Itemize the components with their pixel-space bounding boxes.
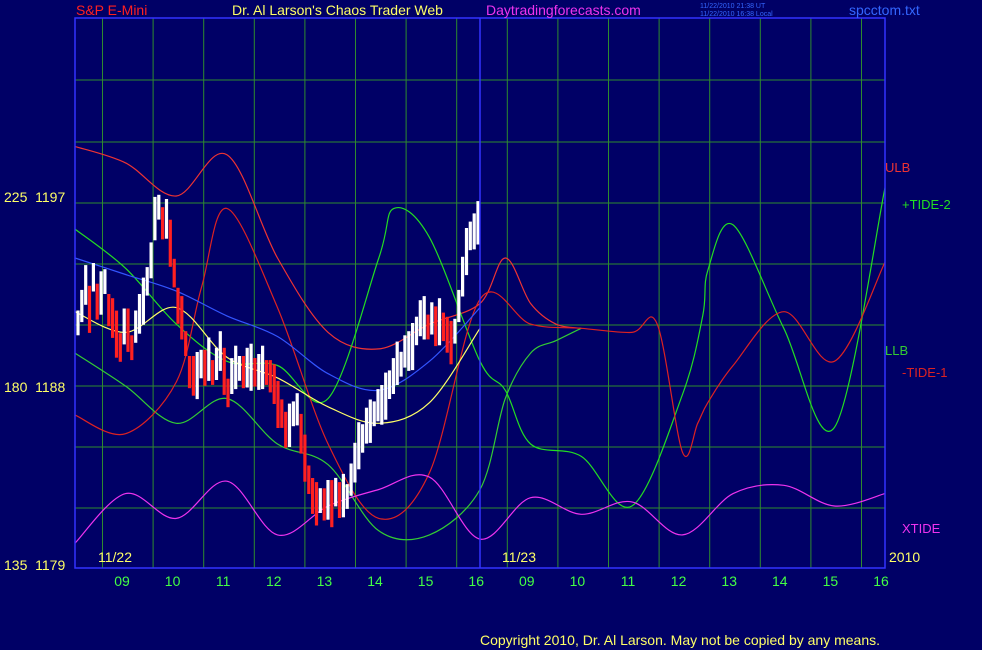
y-label-1188: 180 1188 — [4, 379, 65, 395]
x-tick-label: 09 — [519, 573, 535, 589]
x-tick-label: 10 — [165, 573, 181, 589]
x-tick-label: 16 — [468, 573, 484, 589]
x-tick-label: 13 — [317, 573, 333, 589]
x-tick-label: 11 — [621, 573, 636, 589]
x-tick-label: 13 — [721, 573, 737, 589]
x-tick-label: 14 — [367, 573, 383, 589]
y-label-1197: 225 1197 — [4, 189, 65, 205]
x-tick-label: 11 — [216, 573, 231, 589]
site-label: Daytradingforecasts.com — [486, 2, 641, 18]
series-label-tide-minus: -TIDE-1 — [902, 365, 948, 380]
header-title: Dr. Al Larson's Chaos Trader Web — [232, 2, 443, 18]
x-tick-label: 15 — [823, 573, 839, 589]
series-label-tide-plus: +TIDE-2 — [902, 197, 951, 212]
date-label-day2: 11/23 — [502, 549, 536, 565]
x-tick-label: 10 — [570, 573, 586, 589]
copyright-text: Copyright 2010, Dr. Al Larson. May not b… — [480, 632, 880, 648]
series-label-ulb: ULB — [885, 160, 910, 175]
x-tick-label: 09 — [114, 573, 130, 589]
x-tick-label: 12 — [266, 573, 282, 589]
series-label-llb: LLB — [885, 343, 908, 358]
series-label-xtide: XTIDE — [902, 521, 941, 536]
chaos-trader-chart: S&P E-Mini Dr. Al Larson's Chaos Trader … — [0, 0, 982, 650]
x-tick-label: 12 — [671, 573, 687, 589]
year-label: 2010 — [889, 549, 920, 565]
symbol-label: S&P E-Mini — [76, 2, 147, 18]
filename-label: spcctom.txt — [849, 2, 920, 18]
date-label-day1: 11/22 — [98, 549, 132, 565]
timestamp-local: 11/22/2010 16:38 Local — [700, 11, 773, 18]
y-label-1179: 135 1179 — [4, 557, 65, 573]
x-tick-label: 14 — [772, 573, 788, 589]
x-tick-label: 16 — [873, 573, 889, 589]
x-tick-label: 15 — [418, 573, 434, 589]
timestamp-ut: 11/22/2010 21:38 UT — [700, 3, 766, 10]
